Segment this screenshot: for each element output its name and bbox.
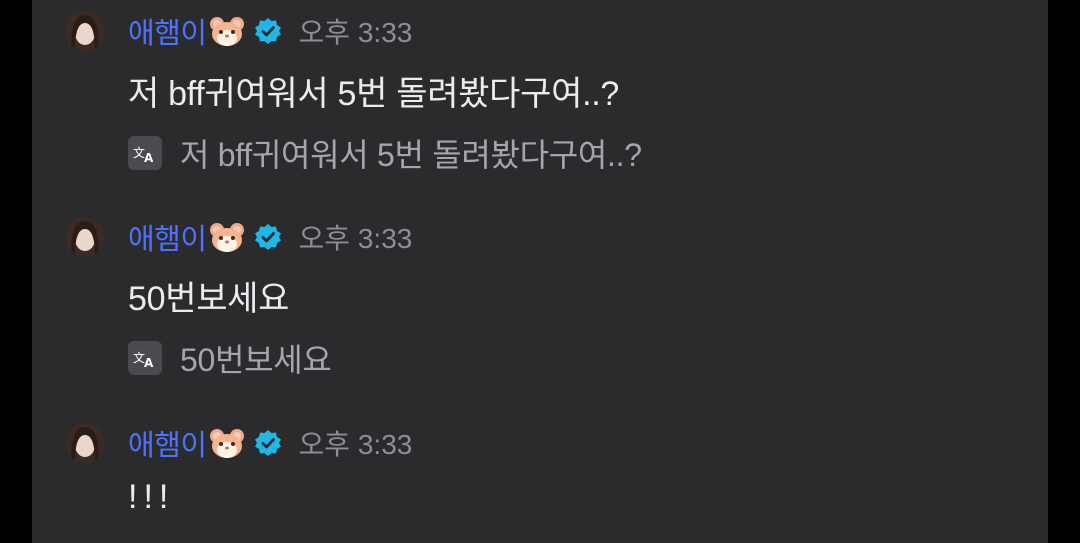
hamster-emoji-icon <box>209 15 245 47</box>
translation-text: 50번보세요 <box>180 342 332 378</box>
message-text: 저 bff귀여워서 5번 돌려봤다구여..? <box>128 75 619 113</box>
avatar[interactable] <box>65 11 105 51</box>
timestamp: 오후 3:33 <box>298 429 413 460</box>
message-header: 애햄이 오후 3:33 <box>128 216 413 258</box>
verified-badge-icon <box>253 16 283 46</box>
message-text: 50번보세요 <box>128 280 290 318</box>
translate-icon[interactable]: 文 A <box>128 136 162 170</box>
hamster-emoji-icon <box>209 427 245 459</box>
message-header: 애햄이 오후 3:33 <box>128 10 413 52</box>
svg-text:A: A <box>144 151 154 163</box>
username[interactable]: 애햄이 <box>128 216 207 258</box>
avatar[interactable] <box>65 423 105 463</box>
hamster-emoji-icon <box>209 221 245 253</box>
message-text: !!! <box>128 478 175 516</box>
timestamp: 오후 3:33 <box>298 223 413 254</box>
username[interactable]: 애햄이 <box>128 422 207 464</box>
translation-text: 저 bff귀여워서 5번 돌려봤다구여..? <box>180 137 642 173</box>
translation-row: 文 A 저 bff귀여워서 5번 돌려봤다구여..? <box>128 133 642 173</box>
timestamp: 오후 3:33 <box>298 17 413 48</box>
avatar[interactable] <box>65 217 105 257</box>
username[interactable]: 애햄이 <box>128 10 207 52</box>
svg-text:A: A <box>144 356 154 368</box>
translate-icon[interactable]: 文 A <box>128 341 162 375</box>
translation-row: 文 A 50번보세요 <box>128 338 332 378</box>
verified-badge-icon <box>253 428 283 458</box>
chat-panel: 애햄이 오후 3:33 저 bff귀여워서 5번 돌려봤다구여..? 文 A 저… <box>32 0 1048 543</box>
verified-badge-icon <box>253 222 283 252</box>
message-header: 애햄이 오후 3:33 <box>128 422 413 464</box>
